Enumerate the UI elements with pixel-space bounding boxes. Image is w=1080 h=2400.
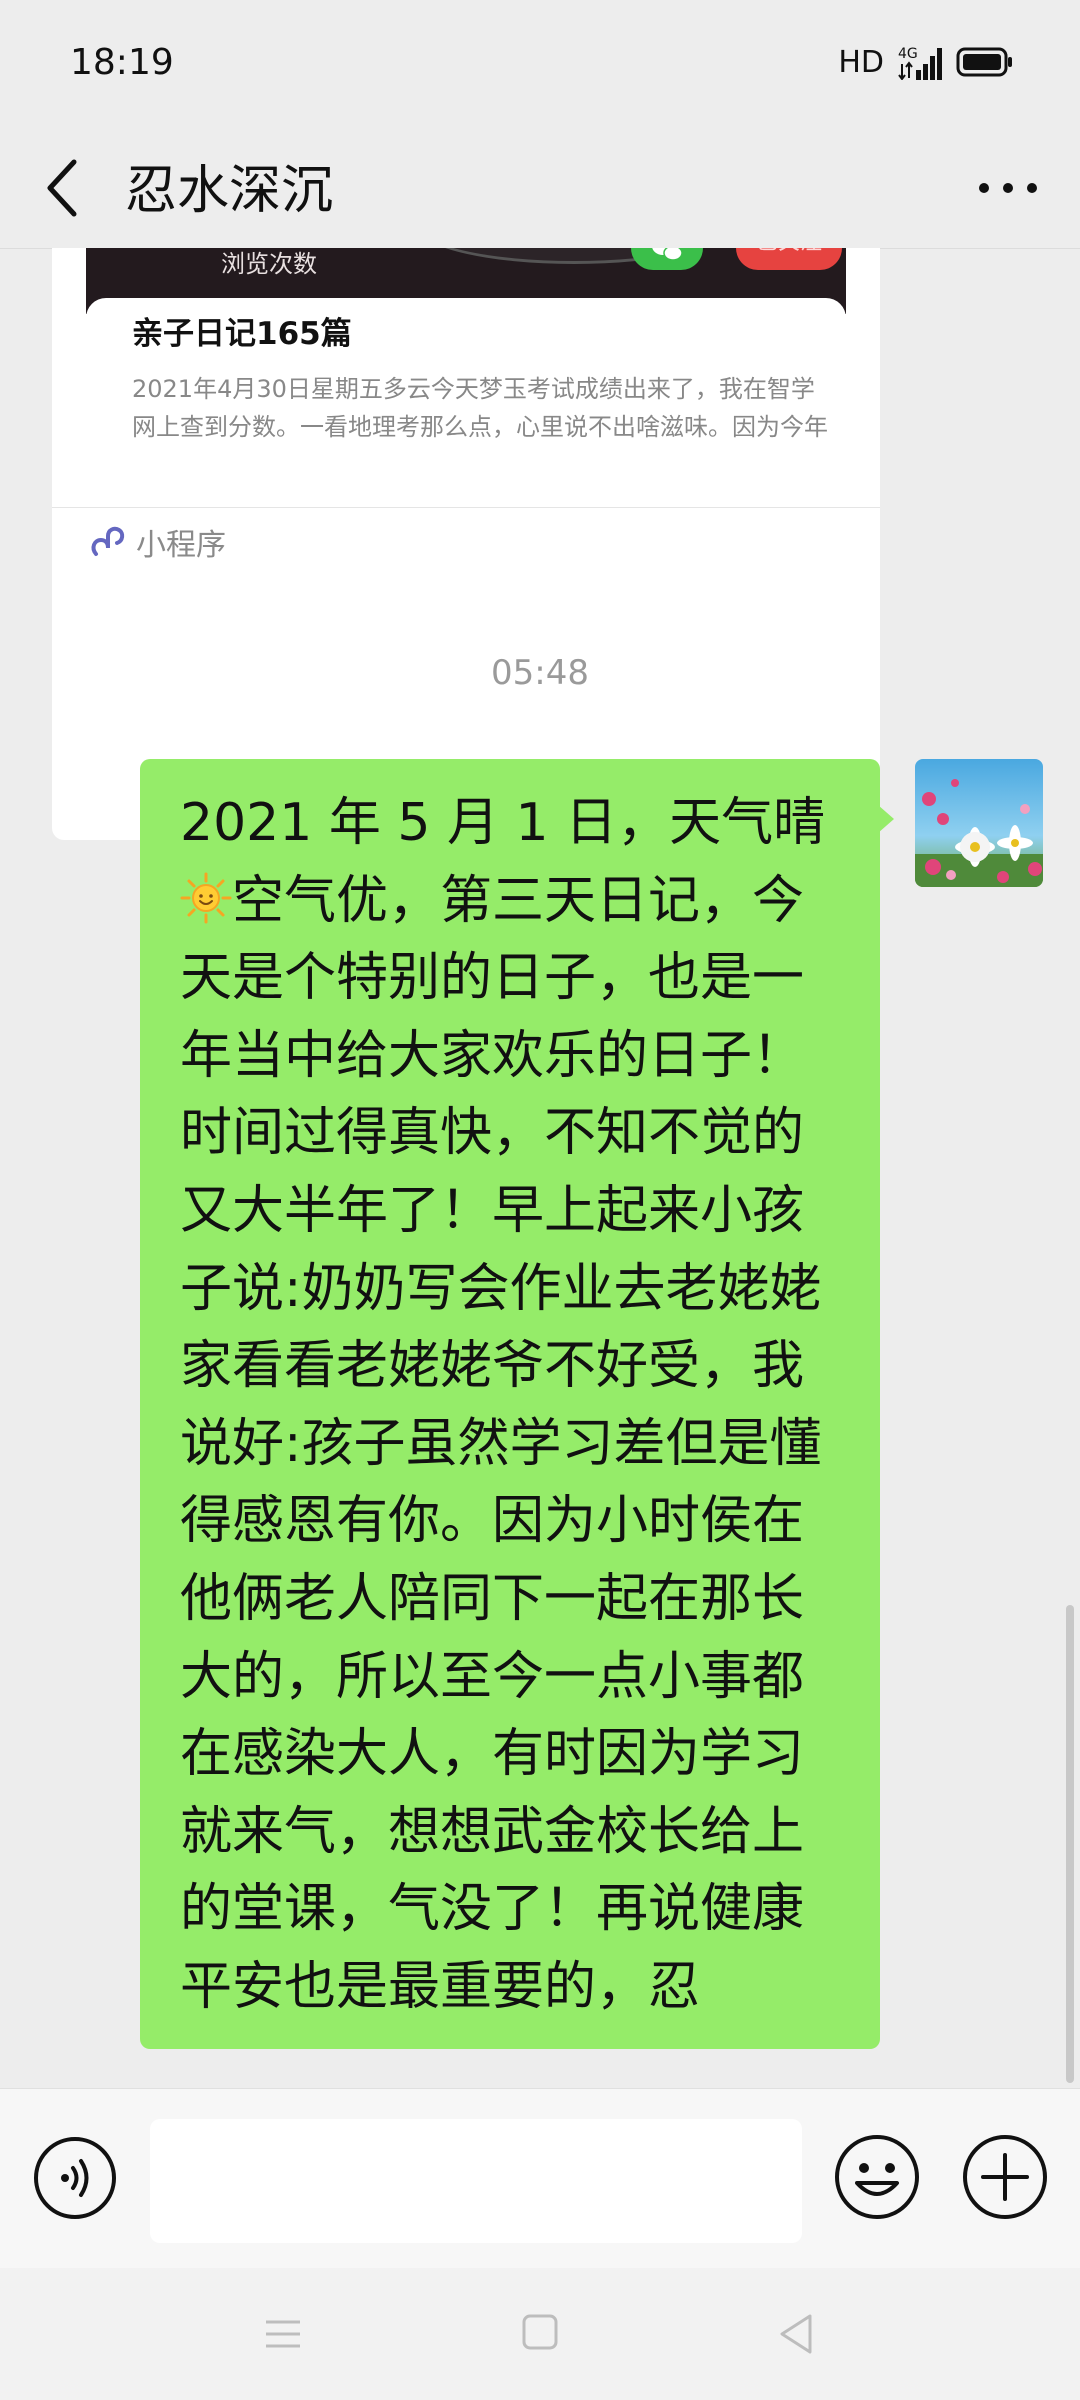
message-text-part-2: 空气优，第三天日记，今天是个特别的日子，也是一年当中给大家欢乐的日子！时间过得真… bbox=[180, 870, 822, 2017]
hd-indicator: HD bbox=[838, 44, 884, 80]
mini-program-icon bbox=[91, 526, 125, 556]
avatar[interactable] bbox=[915, 759, 1043, 887]
views-label: 浏览次数 bbox=[221, 250, 317, 278]
message-text-part-1: 2021 年 5 月 1 日，天气晴 bbox=[180, 793, 826, 853]
follow-badge: 已关注 bbox=[736, 248, 842, 270]
network-label: 4G bbox=[898, 46, 918, 62]
mini-program-title: 亲子日记165篇 bbox=[132, 316, 352, 352]
wechat-icon bbox=[631, 248, 703, 270]
emoji-smile-icon[interactable] bbox=[833, 2133, 921, 2221]
signal-icon: 4G bbox=[898, 46, 942, 80]
status-bar: 18:19 HD 4G bbox=[0, 0, 1080, 130]
battery-icon bbox=[956, 47, 1012, 77]
voice-icon[interactable] bbox=[32, 2135, 118, 2221]
bubble-tail bbox=[878, 805, 894, 833]
system-nav-bar bbox=[0, 2268, 1080, 2400]
message-text: 2021 年 5 月 1 日，天气晴 空气优，第三天日记，今天是个特别的日子，也… bbox=[180, 785, 844, 2027]
home-square-icon[interactable] bbox=[520, 2312, 560, 2352]
more-horizontal-icon[interactable] bbox=[976, 164, 1040, 212]
mini-program-card[interactable]: 浏览次数 已关注 亲子日记165篇 2021年4月30日星期五多云今天梦玉考试成… bbox=[52, 248, 880, 840]
message-bubble[interactable]: 2021 年 5 月 1 日，天气晴 空气优，第三天日记，今天是个特别的日子，也… bbox=[140, 759, 894, 2049]
chevron-left-icon[interactable] bbox=[40, 152, 88, 224]
status-indicators: HD 4G bbox=[838, 44, 1014, 80]
mini-program-label: 小程序 bbox=[136, 528, 226, 563]
menu-icon[interactable] bbox=[262, 2314, 304, 2354]
mini-program-description: 2021年4月30日星期五多云今天梦玉考试成绩出来了，我在智学网上查到分数。一看… bbox=[132, 375, 828, 441]
chat-header: 忍水深沉 bbox=[0, 130, 1080, 249]
scrollbar[interactable] bbox=[1066, 1605, 1074, 2083]
sun-emoji-icon bbox=[180, 872, 232, 924]
message-input[interactable] bbox=[150, 2119, 802, 2243]
message-timestamp: 05:48 bbox=[491, 653, 589, 693]
chat-title: 忍水深沉 bbox=[125, 161, 334, 221]
back-triangle-icon[interactable] bbox=[776, 2312, 816, 2356]
chat-messages[interactable]: 浏览次数 已关注 亲子日记165篇 2021年4月30日星期五多云今天梦玉考试成… bbox=[0, 248, 1080, 2088]
divider bbox=[52, 507, 880, 508]
mini-program-footer: 小程序 bbox=[88, 520, 226, 564]
input-bar bbox=[0, 2088, 1080, 2269]
plus-circle-icon[interactable] bbox=[961, 2133, 1049, 2221]
status-time: 18:19 bbox=[70, 42, 174, 83]
